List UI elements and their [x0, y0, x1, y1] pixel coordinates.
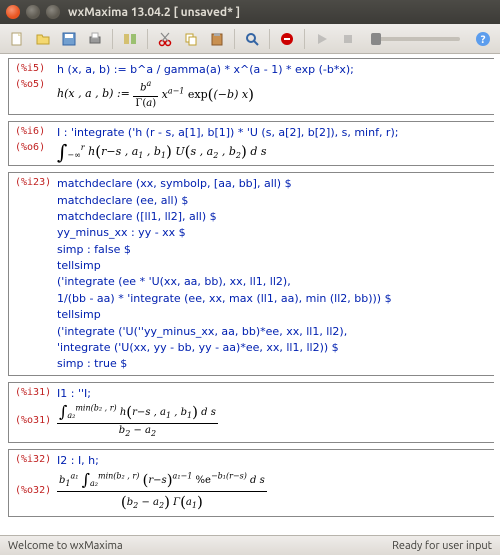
output-label: (%o6) [15, 141, 57, 155]
input-code[interactable]: tellsimp [57, 307, 101, 322]
input-code[interactable]: matchdeclare (ee, all) $ [57, 193, 188, 208]
statusbar: Welcome to wxMaxima Ready for user input [0, 535, 500, 555]
open-file-icon[interactable] [32, 28, 54, 50]
input-code[interactable]: tellsimp [57, 258, 101, 273]
output-label: (%o32) [15, 484, 57, 498]
input-code[interactable]: matchdeclare ([ll1, ll2], all) $ [57, 209, 217, 224]
input-code[interactable]: yy_minus_xx : yy - xx $ [57, 225, 186, 240]
input-label: (%i32) [15, 453, 57, 467]
input-code[interactable]: matchdeclare (xx, symbolp, [aa, bb], all… [57, 176, 292, 191]
input-code[interactable]: simp : true $ [57, 356, 127, 371]
titlebar: wxMaxima 13.04.2 [ unsaved* ] [0, 0, 500, 24]
input-code[interactable]: h (x, a, b) := b^a / gamma(a) * x^(a - 1… [57, 62, 354, 77]
input-label: (%i5) [15, 62, 57, 76]
worksheet[interactable]: (%i5)h (x, a, b) := b^a / gamma(a) * x^(… [0, 54, 500, 535]
svg-text:?: ? [481, 34, 486, 46]
window-controls [6, 5, 60, 19]
find-icon[interactable] [241, 28, 263, 50]
input-code[interactable]: I2 : I, h; [57, 453, 99, 468]
output-math: ∫a₂min(b₂ , r) h(r−s , a1 , b1) d s b2 −… [57, 402, 218, 439]
animation-slider[interactable] [371, 37, 460, 41]
output-label: (%o5) [15, 78, 57, 92]
output-math: b1a₁ ∫a₂min(b₂ , r) (r−s)a₁−1 %e−b₁(r−s)… [57, 470, 267, 513]
input-code[interactable]: 'integrate ('U(xx, yy - bb, yy - aa)*ee,… [57, 340, 339, 355]
help-icon[interactable]: ? [472, 28, 494, 50]
window-title: wxMaxima 13.04.2 [ unsaved* ] [68, 6, 240, 19]
paste-icon[interactable] [206, 28, 228, 50]
stop-icon[interactable] [337, 28, 359, 50]
input-label: (%i23) [15, 176, 57, 190]
input-code[interactable]: simp : false $ [57, 242, 131, 257]
close-icon[interactable] [6, 5, 20, 19]
interrupt-icon[interactable] [276, 28, 298, 50]
maximize-icon[interactable] [46, 5, 60, 19]
copy-icon[interactable] [180, 28, 202, 50]
input-code[interactable]: ('integrate ('U(''yy_minus_xx, aa, bb)*e… [57, 324, 347, 339]
save-file-icon[interactable] [58, 28, 80, 50]
output-math: h(x , a , b) := baΓ(a) xa−1 exp((−b) x) [57, 78, 254, 110]
new-file-icon[interactable] [6, 28, 28, 50]
input-code[interactable]: 1/(bb - aa) * 'integrate (ee, xx, max (l… [57, 291, 392, 306]
print-icon[interactable] [84, 28, 106, 50]
input-label: (%i6) [15, 125, 57, 139]
input-code[interactable]: I1 : ''I; [57, 386, 91, 401]
output-label: (%o31) [15, 414, 57, 428]
status-left: Welcome to wxMaxima [8, 540, 123, 552]
status-right: Ready for user input [392, 540, 492, 552]
minimize-icon[interactable] [26, 5, 40, 19]
input-code[interactable]: I : 'integrate ('h (r - s, a[1], b[1]) *… [57, 125, 398, 140]
input-code[interactable]: ('integrate (ee * 'U(xx, aa, bb), xx, ll… [57, 274, 291, 289]
run-icon[interactable] [311, 28, 333, 50]
input-label: (%i31) [15, 386, 57, 400]
settings-icon[interactable] [119, 28, 141, 50]
toolbar: ? [0, 24, 500, 54]
cut-icon[interactable] [154, 28, 176, 50]
output-math: ∫−∞r h(r−s , a1 , b1) U(s , a2 , b2) d s [57, 141, 267, 162]
